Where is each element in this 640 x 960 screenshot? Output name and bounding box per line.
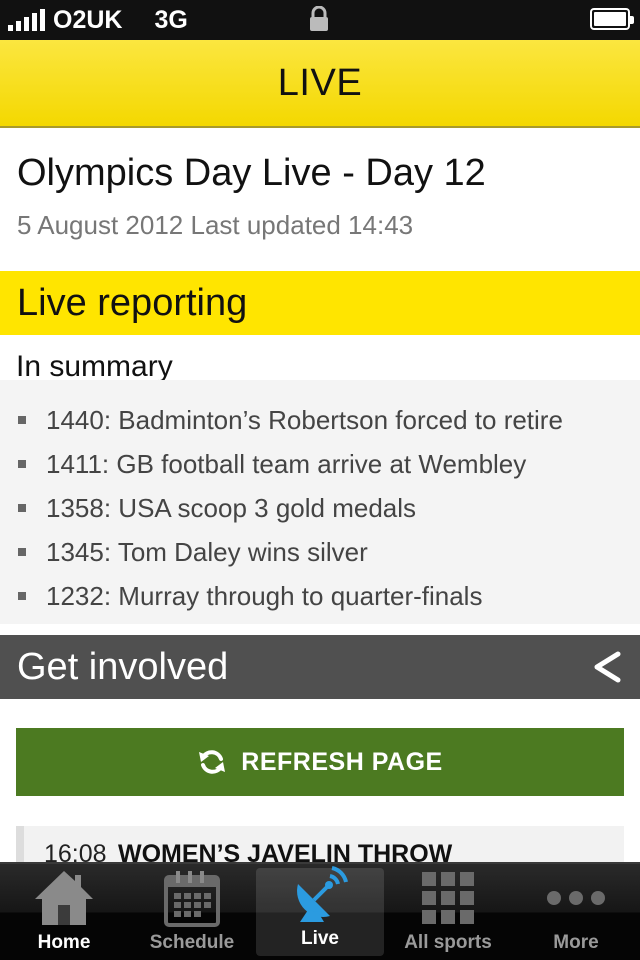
tab-home[interactable]: Home <box>0 864 128 960</box>
list-item[interactable]: 1345: Tom Daley wins silver <box>0 530 640 574</box>
tab-label: More <box>553 932 599 953</box>
refresh-label: REFRESH PAGE <box>241 747 443 776</box>
article-date: 5 August 2012 Last updated 14:43 <box>17 210 414 240</box>
tab-label: Schedule <box>149 932 235 953</box>
bullet-icon <box>18 592 26 600</box>
summary-box: 1440: Badminton’s Robertson forced to re… <box>0 380 640 624</box>
refresh-icon <box>197 747 227 777</box>
article-title: Olympics Day Live - Day 12 <box>17 152 486 194</box>
summary-list: 1440: Badminton’s Robertson forced to re… <box>0 380 640 618</box>
summary-item-text: 1440: Badminton’s Robertson forced to re… <box>46 404 563 435</box>
summary-item-text: 1345: Tom Daley wins silver <box>46 536 368 567</box>
live-reporting-banner: Live reporting <box>0 271 640 335</box>
more-icon <box>545 868 607 928</box>
share-icon[interactable] <box>592 651 622 683</box>
bullet-icon <box>18 460 26 468</box>
grid-icon <box>421 868 475 928</box>
summary-item-text: 1358: USA scoop 3 gold medals <box>46 492 417 523</box>
bullet-icon <box>18 416 26 424</box>
battery-icon <box>590 8 634 30</box>
refresh-page-button[interactable]: REFRESH PAGE <box>16 728 624 796</box>
signal-strength-icon <box>8 9 45 31</box>
get-involved-bar[interactable]: Get involved <box>0 635 640 699</box>
tab-bar: Home Schedule Live All sports More <box>0 862 640 960</box>
list-item[interactable]: 1232: Murray through to quarter-finals <box>0 574 640 618</box>
bullet-icon <box>18 548 26 556</box>
list-item[interactable]: 1358: USA scoop 3 gold medals <box>0 486 640 530</box>
page-title: LIVE <box>277 61 363 104</box>
summary-heading: In summary <box>16 350 173 383</box>
tab-more[interactable]: More <box>512 864 640 960</box>
summary-item-text: 1411: GB football team arrive at Wembley <box>46 448 527 479</box>
list-item[interactable]: 1440: Badminton’s Robertson forced to re… <box>0 398 640 442</box>
home-icon <box>33 868 95 928</box>
network-type: 3G <box>154 5 188 34</box>
status-bar: O2UK 3G <box>0 0 640 40</box>
get-involved-label: Get involved <box>17 645 229 688</box>
page-header: LIVE <box>0 40 640 128</box>
bullet-icon <box>18 504 26 512</box>
lock-icon <box>310 6 328 31</box>
carrier-name: O2UK <box>53 5 123 34</box>
summary-item-text: 1232: Murray through to quarter-finals <box>46 580 483 611</box>
tab-label: Live <box>300 928 340 949</box>
tab-label: Home <box>37 932 91 953</box>
satellite-dish-icon <box>290 866 350 924</box>
tab-all-sports[interactable]: All sports <box>384 864 512 960</box>
tab-live[interactable]: Live <box>256 866 384 956</box>
tab-schedule[interactable]: Schedule <box>128 864 256 960</box>
calendar-icon <box>164 868 220 928</box>
list-item[interactable]: 1411: GB football team arrive at Wembley <box>0 442 640 486</box>
live-entry[interactable]: 16:08 WOMEN’S JAVELIN THROW <box>16 826 624 866</box>
tab-label: All sports <box>404 932 492 953</box>
